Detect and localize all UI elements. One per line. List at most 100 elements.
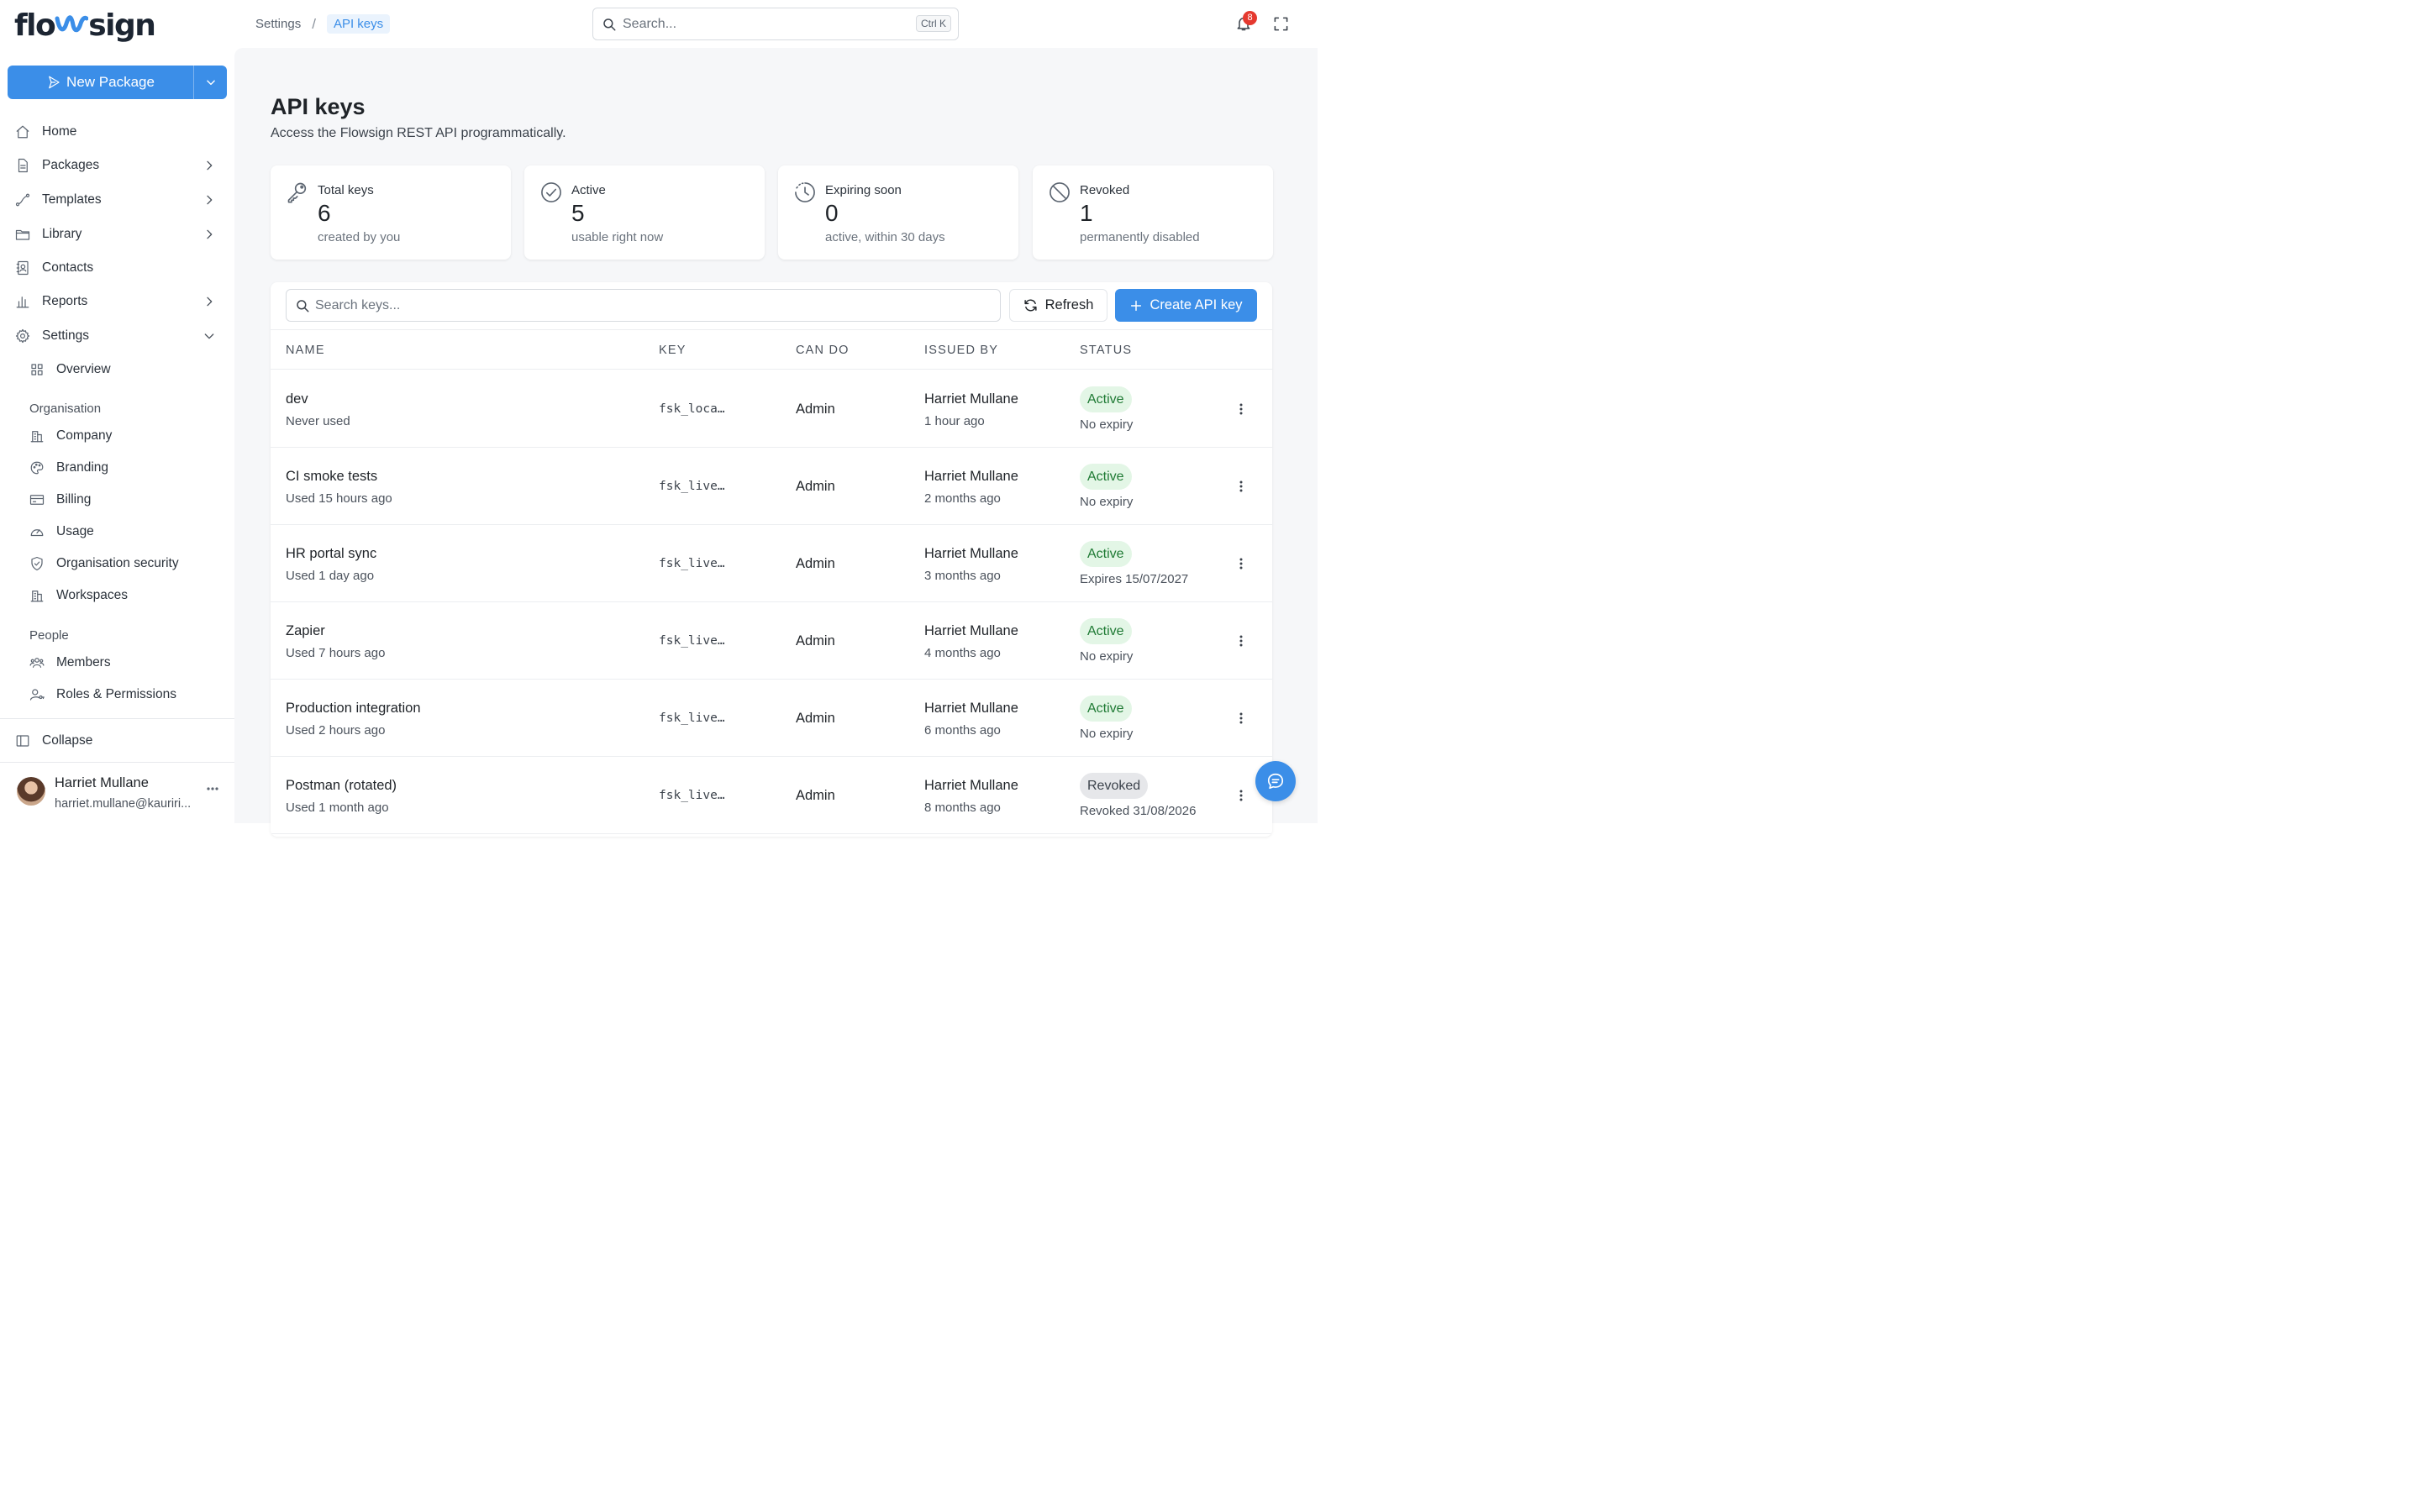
sidebar-item-label: Contacts: [42, 260, 94, 275]
more-vertical-icon[interactable]: [1239, 711, 1244, 725]
key-expiry: No expiry: [1080, 727, 1134, 741]
more-horizontal-icon[interactable]: [206, 786, 219, 791]
stat-caption: active, within 30 days: [825, 230, 945, 244]
column-header-key[interactable]: KEY: [659, 344, 687, 357]
sidebar-item-members[interactable]: Members: [0, 648, 234, 678]
column-header-status[interactable]: STATUS: [1080, 344, 1132, 357]
user-profile[interactable]: Harriet Mullane harriet.mullane@kauriri.…: [0, 766, 234, 823]
column-header-can-do[interactable]: CAN DO: [796, 344, 850, 357]
key-last-used: Never used: [286, 414, 350, 428]
global-search-input[interactable]: Search... Ctrl K: [592, 8, 959, 40]
sidebar-item-billing[interactable]: Billing: [0, 485, 234, 515]
sidebar-item-home[interactable]: Home: [0, 117, 234, 147]
table-row[interactable]: Zapier Used 7 hours ago fsk_live… Admin Harr…: [271, 602, 1272, 680]
sidebar-item-library[interactable]: Library: [0, 219, 234, 249]
status-badge: Active: [1080, 464, 1132, 490]
chevron-right-icon: [203, 295, 216, 308]
new-package-button[interactable]: New Package: [8, 66, 194, 99]
new-package-dropdown-toggle[interactable]: [194, 66, 227, 99]
table-row[interactable]: CI smoke tests Used 15 hours ago fsk_live……: [271, 448, 1272, 525]
user-email: harriet.mullane@kauriri...: [55, 797, 192, 811]
key-prefix: fsk_live…: [659, 711, 725, 725]
table-row[interactable]: HR portal sync Used 1 day ago fsk_live… Adm…: [271, 525, 1272, 602]
more-vertical-icon[interactable]: [1239, 634, 1244, 648]
collapse-label: Collapse: [42, 733, 93, 748]
refresh-icon: [1023, 298, 1038, 312]
key-icon: [286, 181, 309, 204]
stat-label: Expiring soon: [825, 183, 902, 197]
table-row[interactable]: dev Never used fsk_loca… Admin Harriet Mulla…: [271, 370, 1272, 448]
table-header: NAME KEY CAN DO ISSUED BY STATUS: [271, 329, 1272, 370]
key-name: HR portal sync: [286, 546, 377, 561]
more-vertical-icon[interactable]: [1239, 557, 1244, 570]
key-issuer: Harriet Mullane: [924, 623, 1018, 638]
sidebar: flo sign New Package Home Packages Templa…: [0, 0, 234, 823]
stat-value: 5: [571, 200, 585, 226]
key-issuer: Harriet Mullane: [924, 701, 1018, 716]
status-badge: Active: [1080, 541, 1132, 567]
shield-check-icon: [29, 556, 45, 571]
more-vertical-icon[interactable]: [1239, 402, 1244, 416]
page-subtitle: Access the Flowsign REST API programmati…: [271, 126, 566, 140]
breadcrumb-settings[interactable]: Settings: [255, 17, 301, 31]
key-permission: Admin: [796, 633, 835, 648]
key-name: CI smoke tests: [286, 469, 378, 484]
chat-support-button[interactable]: [1255, 761, 1296, 801]
key-last-used: Used 1 day ago: [286, 569, 375, 583]
send-icon: [46, 75, 61, 90]
sidebar-item-overview[interactable]: Overview: [0, 354, 234, 385]
table-row[interactable]: Postman (rotated) Used 1 month ago fsk_liv…: [271, 757, 1272, 834]
gear-icon: [15, 328, 30, 344]
collapse-sidebar-button[interactable]: Collapse: [0, 726, 234, 756]
sidebar-item-label: Usage: [56, 524, 94, 538]
check-circle-icon: [539, 181, 563, 204]
key-issuer: Harriet Mullane: [924, 778, 1018, 793]
column-header-issued-by[interactable]: ISSUED BY: [924, 344, 998, 357]
breadcrumb-api-keys[interactable]: API keys: [326, 14, 391, 34]
refresh-label: Refresh: [1044, 297, 1094, 312]
status-badge: Active: [1080, 618, 1132, 644]
sidebar-item-roles-permissions[interactable]: Roles & Permissions: [0, 680, 234, 710]
key-expiry: No expiry: [1080, 417, 1134, 432]
more-vertical-icon[interactable]: [1239, 480, 1244, 493]
palette-icon: [29, 460, 45, 475]
sidebar-item-workspaces[interactable]: Workspaces: [0, 580, 234, 611]
sidebar-item-settings[interactable]: Settings: [0, 321, 234, 351]
sidebar-item-usage[interactable]: Usage: [0, 517, 234, 547]
key-issuer: Harriet Mullane: [924, 546, 1018, 561]
new-package-label: New Package: [66, 74, 155, 90]
table-row[interactable]: Production integration Used 2 hours ago fs…: [271, 680, 1272, 757]
sidebar-item-label: Branding: [56, 460, 109, 475]
column-header-name[interactable]: NAME: [286, 344, 325, 357]
flowsign-logo[interactable]: flo sign: [14, 8, 156, 45]
key-issuer: Harriet Mullane: [924, 469, 1018, 484]
logo-text-end: sign: [88, 8, 156, 43]
sidebar-item-contacts[interactable]: Contacts: [0, 253, 234, 283]
sidebar-item-templates[interactable]: Templates: [0, 185, 234, 215]
key-name: Production integration: [286, 701, 421, 716]
stat-card-revoked: Revoked 1 permanently disabled: [1033, 165, 1273, 260]
fullscreen-icon[interactable]: [1273, 16, 1289, 32]
refresh-button[interactable]: Refresh: [1009, 289, 1107, 322]
stat-card-total-keys: Total keys 6 created by you: [271, 165, 511, 260]
sidebar-item-branding[interactable]: Branding: [0, 453, 234, 483]
key-name: dev: [286, 391, 308, 407]
stat-value: 1: [1080, 200, 1093, 226]
create-api-key-button[interactable]: Create API key: [1115, 289, 1257, 322]
stat-label: Active: [571, 183, 606, 197]
sidebar-item-packages[interactable]: Packages: [0, 150, 234, 181]
search-keys-input[interactable]: Search keys...: [286, 289, 1001, 322]
plus-icon: [1129, 299, 1143, 312]
key-last-used: Used 15 hours ago: [286, 491, 392, 506]
chevron-down-icon: [205, 76, 217, 88]
contact-book-icon: [15, 260, 30, 276]
logo-text-start: flo: [14, 8, 56, 43]
chat-bubble-icon: [1266, 772, 1285, 790]
stat-caption: created by you: [318, 230, 401, 244]
sidebar-item-company[interactable]: Company: [0, 421, 234, 451]
sidebar-item-reports[interactable]: Reports: [0, 286, 234, 317]
key-issued-time: 8 months ago: [924, 801, 1001, 815]
sidebar-item-label: Settings: [42, 328, 90, 343]
more-vertical-icon[interactable]: [1239, 789, 1244, 802]
sidebar-item-organisation-security[interactable]: Organisation security: [0, 549, 234, 579]
